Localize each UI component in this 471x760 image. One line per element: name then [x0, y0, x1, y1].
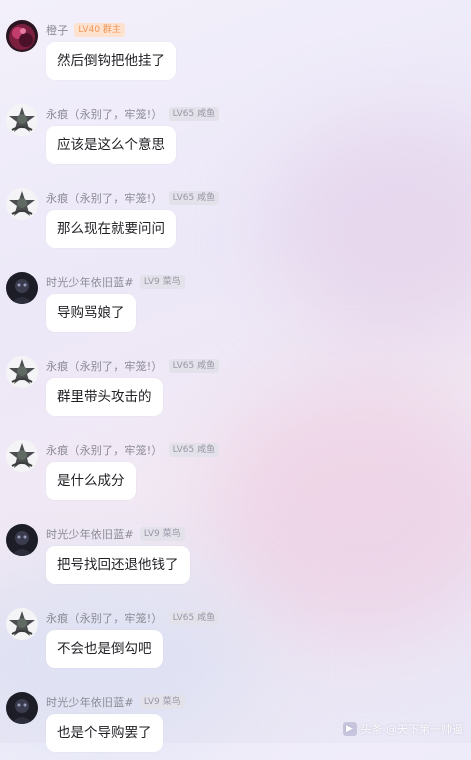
- level-badge: LV65 咸鱼: [168, 611, 220, 625]
- message-bubble[interactable]: 也是个导购罢了: [46, 714, 163, 752]
- level-badge: LV65 咸鱼: [168, 359, 220, 373]
- level-badge: LV9 菜鸟: [139, 527, 185, 541]
- ink-avatar-icon: [6, 440, 38, 472]
- sender-name[interactable]: 橙子: [46, 22, 68, 38]
- user-avatar[interactable]: [6, 104, 38, 136]
- user-avatar[interactable]: [6, 608, 38, 640]
- message-bubble[interactable]: 不会也是倒勾吧: [46, 630, 163, 668]
- sender-name[interactable]: 时光少年依旧蓝#: [46, 526, 134, 542]
- level-badge: LV65 咸鱼: [168, 443, 220, 457]
- user-avatar[interactable]: [6, 188, 38, 220]
- level-badge: LV40 群主: [74, 23, 125, 37]
- ink-avatar-icon: [6, 188, 38, 220]
- sender-name[interactable]: 永痕（永别了，牢笼!）: [46, 106, 163, 122]
- user-avatar[interactable]: [6, 440, 38, 472]
- dark-avatar-icon: [6, 272, 38, 304]
- message-bubble[interactable]: 应该是这么个意思: [46, 126, 176, 164]
- chat-message-list[interactable]: 橙子 LV40 群主 然后倒钩把他挂了 永痕（永别了，牢笼!） LV65 咸鱼 …: [0, 0, 471, 752]
- sender-name[interactable]: 时光少年依旧蓝#: [46, 274, 134, 290]
- level-badge: LV9 菜鸟: [139, 695, 185, 709]
- sender-name[interactable]: 永痕（永别了，牢笼!）: [46, 610, 163, 626]
- dark-avatar-icon: [6, 692, 38, 724]
- message-bubble[interactable]: 把号找回还退他钱了: [46, 546, 190, 584]
- level-badge: LV65 咸鱼: [168, 191, 220, 205]
- user-avatar[interactable]: [6, 272, 38, 304]
- message-bubble[interactable]: 是什么成分: [46, 462, 136, 500]
- sender-name[interactable]: 永痕（永别了，牢笼!）: [46, 358, 163, 374]
- ink-avatar-icon: [6, 104, 38, 136]
- message-bubble[interactable]: 然后倒钩把他挂了: [46, 42, 176, 80]
- message-bubble[interactable]: 群里带头攻击的: [46, 378, 163, 416]
- sender-name[interactable]: 时光少年依旧蓝#: [46, 694, 134, 710]
- ink-avatar-icon: [6, 608, 38, 640]
- orange-avatar-icon: [6, 20, 38, 52]
- user-avatar[interactable]: [6, 356, 38, 388]
- watermark: ▶ 头条 @天下第一帅逼: [342, 721, 464, 737]
- watermark-text: 头条 @天下第一帅逼: [360, 723, 464, 736]
- level-badge: LV65 咸鱼: [168, 107, 220, 121]
- toutiao-logo-icon: ▶: [342, 722, 357, 736]
- sender-name[interactable]: 永痕（永别了，牢笼!）: [46, 442, 163, 458]
- user-avatar[interactable]: [6, 692, 38, 724]
- sender-name[interactable]: 永痕（永别了，牢笼!）: [46, 190, 163, 206]
- ink-avatar-icon: [6, 356, 38, 388]
- user-avatar[interactable]: [6, 20, 38, 52]
- message-bubble[interactable]: 那么现在就要问问: [46, 210, 176, 248]
- dark-avatar-icon: [6, 524, 38, 556]
- user-avatar[interactable]: [6, 524, 38, 556]
- message-bubble[interactable]: 导购骂娘了: [46, 294, 136, 332]
- level-badge: LV9 菜鸟: [139, 275, 185, 289]
